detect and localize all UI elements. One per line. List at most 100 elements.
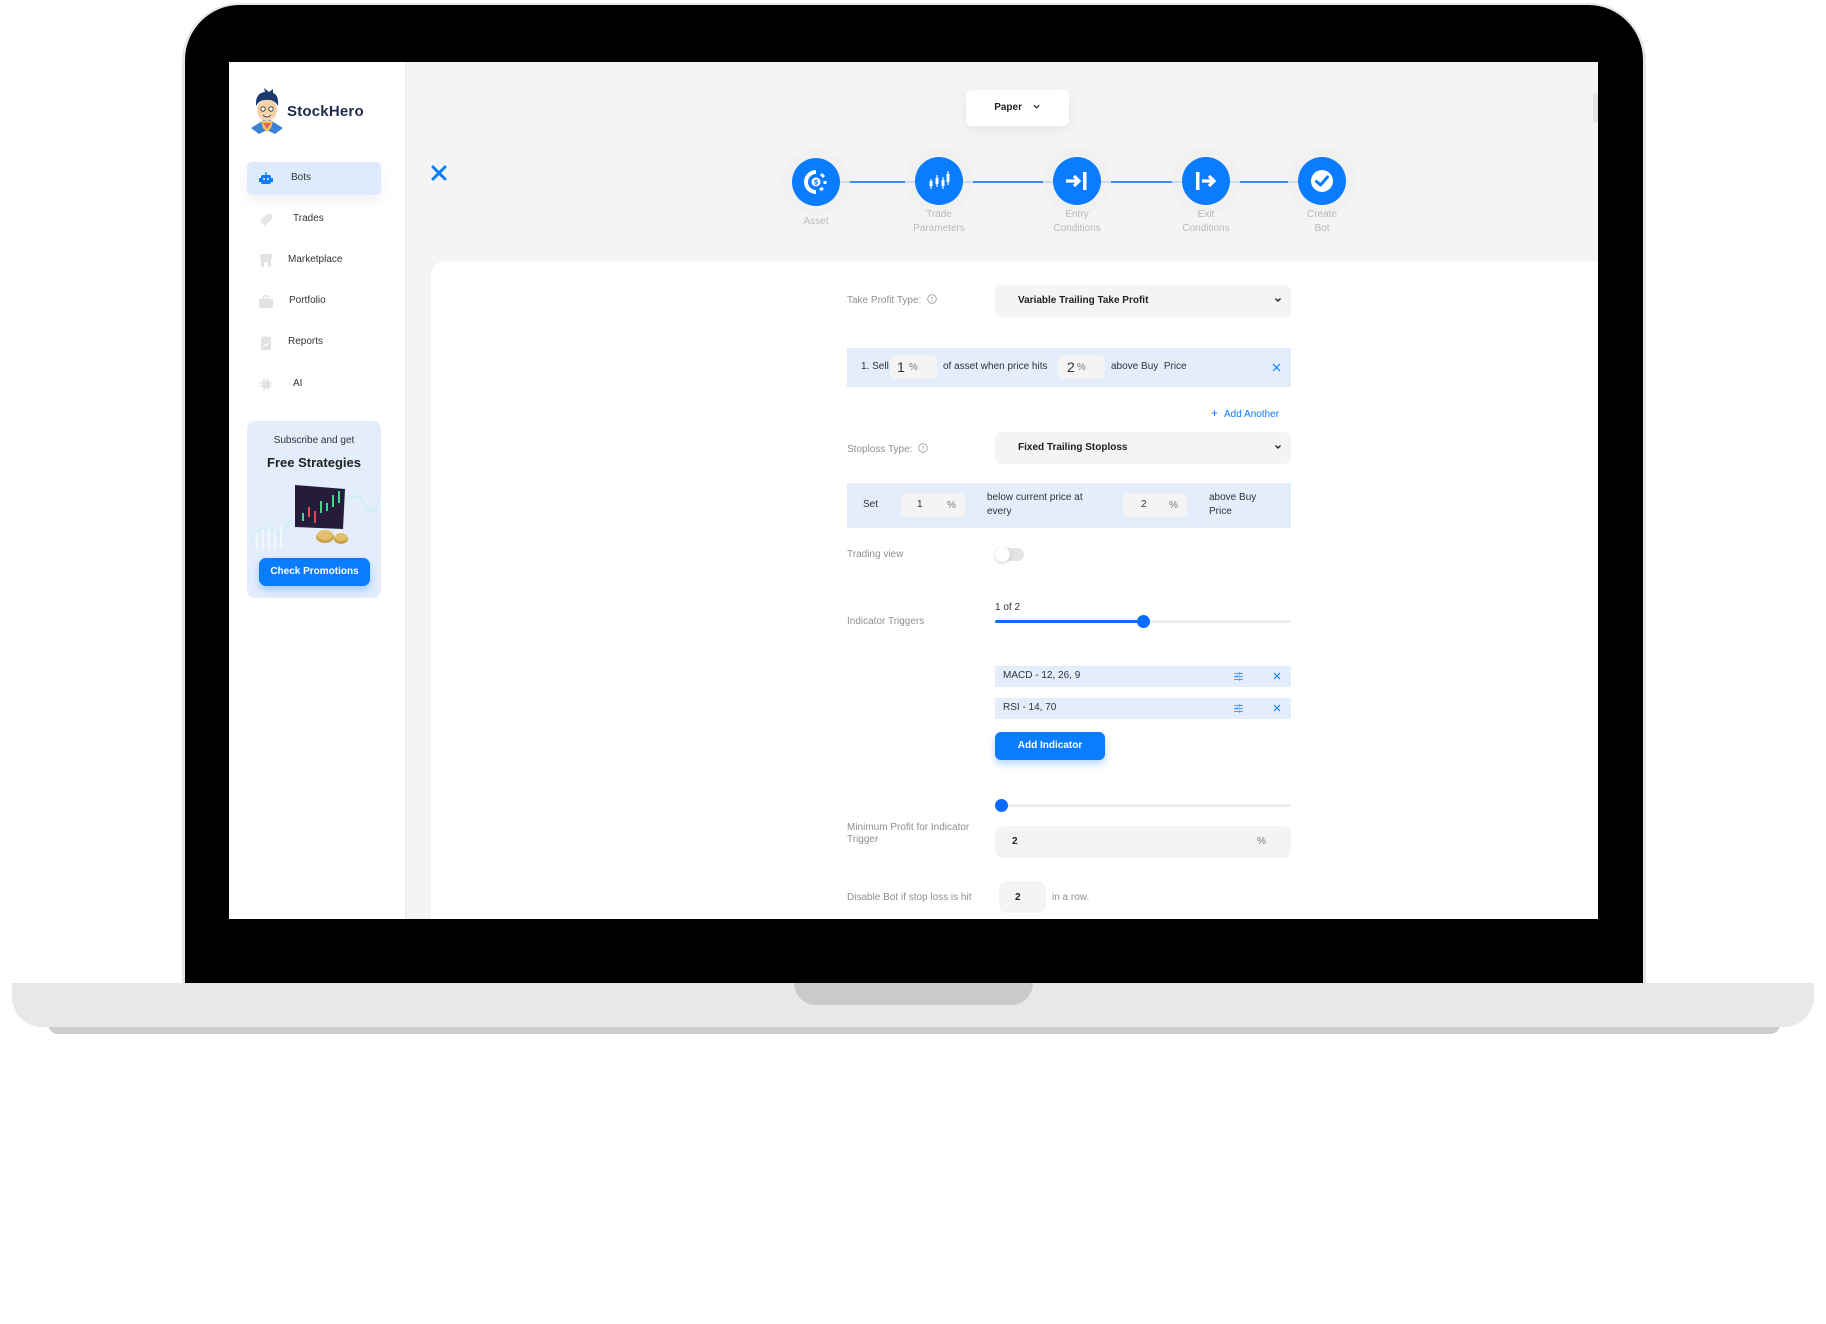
trading-chart-illustration-icon xyxy=(251,485,379,549)
unit: % xyxy=(1169,500,1178,511)
promo-subtitle: Subscribe and get xyxy=(273,435,355,446)
row-mid-text: of asset when price hits xyxy=(943,361,1048,372)
settings-sliders-icon[interactable] xyxy=(1233,671,1244,682)
remove-indicator-icon[interactable] xyxy=(1272,671,1282,681)
step-label-create-bot: Create Bot xyxy=(1272,208,1372,236)
min-profit-slider-thumb[interactable] xyxy=(995,799,1008,812)
promo-card: Subscribe and get Free Strategies Check … xyxy=(247,421,381,598)
chip-icon xyxy=(259,378,273,391)
sidebar-item-label: Marketplace xyxy=(288,254,343,265)
sidebar-item-label: Reports xyxy=(288,336,324,347)
stoploss-type-select[interactable]: Fixed Trailing Stoploss xyxy=(995,432,1291,464)
add-another-link[interactable]: + Add Another xyxy=(1211,406,1279,420)
store-icon xyxy=(260,254,272,267)
app-screen: StockHero Bots Trades Marketplace Portfo… xyxy=(229,62,1598,919)
trading-view-toggle[interactable] xyxy=(995,547,1024,562)
logo[interactable]: StockHero xyxy=(249,86,379,136)
unit: % xyxy=(909,362,918,373)
step-exit-conditions[interactable] xyxy=(1182,157,1230,205)
sidebar-item-marketplace[interactable]: Marketplace xyxy=(247,244,381,277)
row-prefix: Set xyxy=(863,499,879,510)
mode-selector-dropdown[interactable]: Paper xyxy=(966,90,1069,126)
promo-title: Free Strategies xyxy=(267,455,361,470)
scrollbar-thumb[interactable] xyxy=(1593,93,1598,123)
step-label-line: Exit xyxy=(1197,209,1215,220)
remove-row-icon[interactable] xyxy=(1272,363,1281,372)
indicator-row[interactable]: RSI - 14, 70 xyxy=(995,698,1291,719)
toggle-knob xyxy=(995,547,1010,562)
entry-arrow-icon xyxy=(1066,172,1087,190)
check-promotions-button[interactable]: Check Promotions xyxy=(259,558,370,586)
indicator-triggers-label: Indicator Triggers xyxy=(847,616,925,627)
row-prefix: 1. Sell xyxy=(861,361,889,372)
help-icon[interactable]: ? xyxy=(918,443,928,453)
input-value: 2 xyxy=(1141,499,1147,510)
check-circle-icon xyxy=(1311,170,1333,192)
link-text: Add Another xyxy=(1224,409,1280,420)
chevron-down-icon xyxy=(1033,104,1040,109)
report-icon xyxy=(261,336,271,350)
close-icon[interactable] xyxy=(430,164,448,182)
take-profit-type-label: Take Profit Type: ? xyxy=(847,294,937,306)
settings-sliders-icon[interactable] xyxy=(1233,703,1244,714)
input-value: 2 xyxy=(1067,359,1075,375)
step-trade-parameters[interactable] xyxy=(915,157,963,205)
step-label-line: Entry xyxy=(1065,209,1089,220)
sell-percent-input[interactable]: 1 % xyxy=(890,355,937,379)
above-percent-input[interactable]: 2 % xyxy=(1123,493,1187,517)
step-label-entry-conditions: Entry Conditions xyxy=(1027,208,1127,236)
below-percent-input[interactable]: 1 % xyxy=(901,493,965,517)
take-profit-type-select[interactable]: Variable Trailing Take Profit xyxy=(995,285,1291,317)
indicator-text: RSI - 14, 70 xyxy=(1003,702,1057,713)
sidebar-item-label: Portfolio xyxy=(289,295,326,306)
mode-selector-value: Paper xyxy=(994,102,1022,113)
step-label-line: Conditions xyxy=(1182,223,1230,234)
input-value: 2 xyxy=(1012,836,1018,847)
chevron-down-icon xyxy=(1275,445,1281,449)
unit: % xyxy=(947,500,956,511)
min-profit-input[interactable]: 2 % xyxy=(995,826,1291,858)
svg-text:$: $ xyxy=(814,179,819,187)
take-profit-row: 1. Sell 1 % of asset when price hits 2 %… xyxy=(847,348,1291,387)
disable-bot-label: Disable Bot if stop loss is hit xyxy=(847,892,972,903)
help-icon[interactable]: ? xyxy=(927,294,937,304)
sidebar-item-portfolio[interactable]: Portfolio xyxy=(247,285,381,318)
stoploss-row: Set 1 % below current price at every 2 %… xyxy=(847,483,1291,528)
step-label-asset: Asset xyxy=(803,216,829,227)
trading-view-label: Trading view xyxy=(847,549,904,560)
candlestick-icon xyxy=(929,171,950,189)
sidebar-item-label: Bots xyxy=(291,172,312,183)
indicator-triggers-slider-thumb[interactable] xyxy=(1136,615,1150,628)
disable-bot-suffix: in a row. xyxy=(1052,892,1090,903)
sidebar-item-trades[interactable]: Trades xyxy=(247,203,381,236)
sidebar-item-ai[interactable]: AI xyxy=(247,368,381,401)
sidebar-item-reports[interactable]: Reports xyxy=(247,326,381,359)
indicator-triggers-slider-fill xyxy=(995,620,1143,623)
robot-icon xyxy=(259,172,273,184)
mascot-logo-icon xyxy=(251,88,283,134)
hit-percent-input[interactable]: 2 % xyxy=(1058,355,1105,379)
remove-indicator-icon[interactable] xyxy=(1272,703,1282,713)
input-value: 2 xyxy=(1015,892,1021,903)
step-create-bot[interactable] xyxy=(1298,157,1346,205)
add-indicator-button[interactable]: Add Indicator xyxy=(995,732,1105,760)
input-value: 1 xyxy=(897,359,905,375)
step-entry-conditions[interactable] xyxy=(1053,157,1101,205)
sidebar-item-label: AI xyxy=(293,378,303,389)
sidebar-item-bots[interactable]: Bots xyxy=(247,162,381,195)
step-label-trade-parameters: Trade Parameters xyxy=(889,208,989,236)
asset-coin-icon: $ xyxy=(804,170,827,194)
disable-bot-input[interactable]: 2 xyxy=(999,881,1046,913)
row-suffix: above Buy Price xyxy=(1209,492,1257,517)
step-label-line: Parameters xyxy=(913,223,965,234)
svg-text:?: ? xyxy=(930,296,933,303)
min-profit-slider-track[interactable] xyxy=(995,804,1291,807)
step-label-line: Conditions xyxy=(1053,223,1101,234)
stoploss-type-label: Stoploss Type: ? xyxy=(847,443,928,455)
step-label-exit-conditions: Exit Conditions xyxy=(1156,208,1256,236)
step-asset[interactable]: $ xyxy=(792,158,840,206)
brand-name: StockHero xyxy=(287,103,364,120)
step-label-line: Create xyxy=(1306,209,1337,220)
label-text: Stoploss Type: xyxy=(847,444,913,455)
indicator-row[interactable]: MACD - 12, 26, 9 xyxy=(995,666,1291,687)
